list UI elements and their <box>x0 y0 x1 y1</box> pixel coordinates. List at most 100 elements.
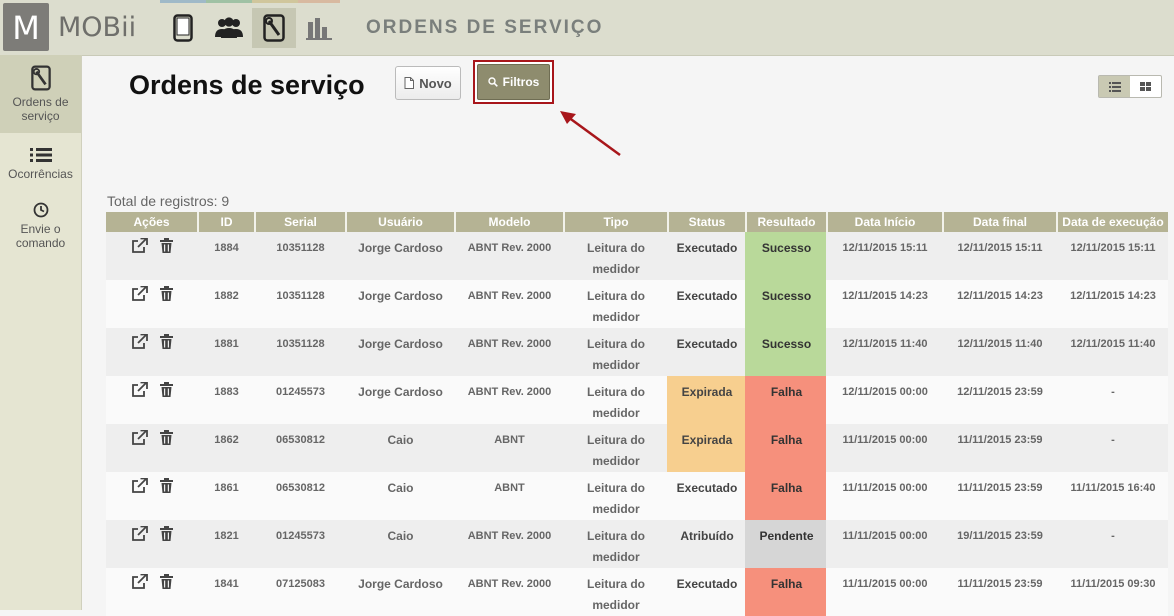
table-row[interactable]: 1882 10351128 Jorge Cardoso ABNT Rev. 20… <box>106 280 1168 328</box>
cell-serial: 07125083 <box>254 568 345 616</box>
trash-icon[interactable] <box>159 526 173 542</box>
filters-button[interactable]: Filtros <box>477 64 550 100</box>
cell-exec-date: 12/11/2015 11:40 <box>1056 328 1168 376</box>
nav-reports[interactable] <box>297 8 341 48</box>
column-header[interactable]: ID <box>197 212 254 232</box>
cell-end-date: 11/11/2015 23:59 <box>942 424 1056 472</box>
nav-strip <box>298 0 340 3</box>
table-row[interactable]: 1821 01245573 Caio ABNT Rev. 2000 Leitur… <box>106 520 1168 568</box>
nav-service-orders[interactable] <box>252 8 296 48</box>
cell-type: Leitura do medidor <box>563 280 667 328</box>
sidebar-item-occurrences[interactable]: Ocorrências <box>0 147 81 181</box>
nav-tablet[interactable] <box>161 8 205 48</box>
cell-id: 1882 <box>197 280 254 328</box>
cell-start-date: 12/11/2015 14:23 <box>826 280 942 328</box>
new-button[interactable]: Novo <box>395 66 461 100</box>
trash-icon[interactable] <box>159 478 173 494</box>
document-icon <box>404 77 415 89</box>
sidebar: Ordens de serviço Ocorrências Envie o co… <box>0 55 82 610</box>
table-row[interactable]: 1841 07125083 Jorge Cardoso ABNT Rev. 20… <box>106 568 1168 616</box>
cell-result: Falha <box>745 568 826 616</box>
cell-exec-date: - <box>1056 520 1168 568</box>
cell-status: Executado <box>667 568 745 616</box>
table-row[interactable]: 1861 06530812 Caio ABNT Leitura do medido… <box>106 472 1168 520</box>
grid-icon <box>1140 82 1151 91</box>
top-bar: M MOBii ORDENS DE SERVIÇO <box>0 0 1174 56</box>
nav-strip <box>252 0 298 3</box>
sidebar-item-label: Ordens de <box>12 95 69 109</box>
cell-type: Leitura do medidor <box>563 520 667 568</box>
cell-serial: 01245573 <box>254 376 345 424</box>
filters-button-label: Filtros <box>502 75 540 89</box>
open-external-icon[interactable] <box>131 430 148 446</box>
cell-serial: 10351128 <box>254 232 345 280</box>
clock-icon <box>33 202 48 218</box>
logo-mark: M <box>3 3 49 51</box>
cell-model: ABNT Rev. 2000 <box>454 328 563 376</box>
table-row[interactable]: 1884 10351128 Jorge Cardoso ABNT Rev. 20… <box>106 232 1168 280</box>
trash-icon[interactable] <box>159 334 173 350</box>
table-header-row: Ações ID Serial Usuário Modelo Tipo Stat… <box>106 212 1168 232</box>
cell-exec-date: 12/11/2015 15:11 <box>1056 232 1168 280</box>
table-row[interactable]: 1883 01245573 Jorge Cardoso ABNT Rev. 20… <box>106 376 1168 424</box>
trash-icon[interactable] <box>159 286 173 302</box>
open-external-icon[interactable] <box>131 238 148 254</box>
cell-user: Caio <box>345 472 454 520</box>
cell-user: Caio <box>345 520 454 568</box>
cell-exec-date: 11/11/2015 16:40 <box>1056 472 1168 520</box>
cell-result: Falha <box>745 472 826 520</box>
trash-icon[interactable] <box>159 382 173 398</box>
list-icon <box>29 148 52 162</box>
column-header[interactable]: Data final <box>942 212 1056 232</box>
cell-exec-date: - <box>1056 376 1168 424</box>
cell-type: Leitura do medidor <box>563 424 667 472</box>
cell-result: Falha <box>745 424 826 472</box>
cell-serial: 01245573 <box>254 520 345 568</box>
cell-start-date: 11/11/2015 00:00 <box>826 472 942 520</box>
cell-user: Caio <box>345 424 454 472</box>
sidebar-item-label: serviço <box>21 109 60 123</box>
open-external-icon[interactable] <box>131 382 148 398</box>
table-row[interactable]: 1862 06530812 Caio ABNT Leitura do medido… <box>106 424 1168 472</box>
cell-model: ABNT Rev. 2000 <box>454 520 563 568</box>
cell-type: Leitura do medidor <box>563 472 667 520</box>
sidebar-item-send-command[interactable]: Envie o comando <box>0 202 81 250</box>
open-external-icon[interactable] <box>131 334 148 350</box>
open-external-icon[interactable] <box>131 574 148 590</box>
trash-icon[interactable] <box>159 238 173 254</box>
nav-users[interactable] <box>207 8 251 48</box>
cell-status: Atribuído <box>667 520 745 568</box>
trash-icon[interactable] <box>159 430 173 446</box>
cell-type: Leitura do medidor <box>563 376 667 424</box>
table-row[interactable]: 1881 10351128 Jorge Cardoso ABNT Rev. 20… <box>106 328 1168 376</box>
cell-user: Jorge Cardoso <box>345 280 454 328</box>
column-header[interactable]: Data de execução <box>1056 212 1168 232</box>
column-header[interactable]: Modelo <box>454 212 563 232</box>
grid-view-button[interactable] <box>1130 76 1161 97</box>
page-title: Ordens de serviço <box>129 70 365 100</box>
open-external-icon[interactable] <box>131 478 148 494</box>
new-button-label: Novo <box>419 75 452 91</box>
column-header[interactable]: Usuário <box>345 212 454 232</box>
total-records: Total de registros: 9 <box>107 193 230 209</box>
cell-end-date: 12/11/2015 23:59 <box>942 376 1056 424</box>
service-order-icon <box>263 14 285 42</box>
column-header[interactable]: Serial <box>254 212 345 232</box>
open-external-icon[interactable] <box>131 526 148 542</box>
open-external-icon[interactable] <box>131 286 148 302</box>
cell-serial: 06530812 <box>254 472 345 520</box>
annotation-arrow <box>560 111 621 157</box>
cell-user: Jorge Cardoso <box>345 232 454 280</box>
column-header[interactable]: Data Início <box>826 212 942 232</box>
trash-icon[interactable] <box>159 574 173 590</box>
list-view-button[interactable] <box>1099 76 1130 97</box>
section-title: ORDENS DE SERVIÇO <box>366 17 604 38</box>
nav-strip <box>206 0 252 3</box>
column-header[interactable]: Status <box>667 212 745 232</box>
cell-type: Leitura do medidor <box>563 568 667 616</box>
cell-result: Sucesso <box>745 328 826 376</box>
column-header[interactable]: Tipo <box>563 212 667 232</box>
column-header[interactable]: Resultado <box>745 212 826 232</box>
bar-chart-icon <box>306 18 332 40</box>
sidebar-item-service-orders[interactable]: Ordens de serviço <box>0 55 81 133</box>
